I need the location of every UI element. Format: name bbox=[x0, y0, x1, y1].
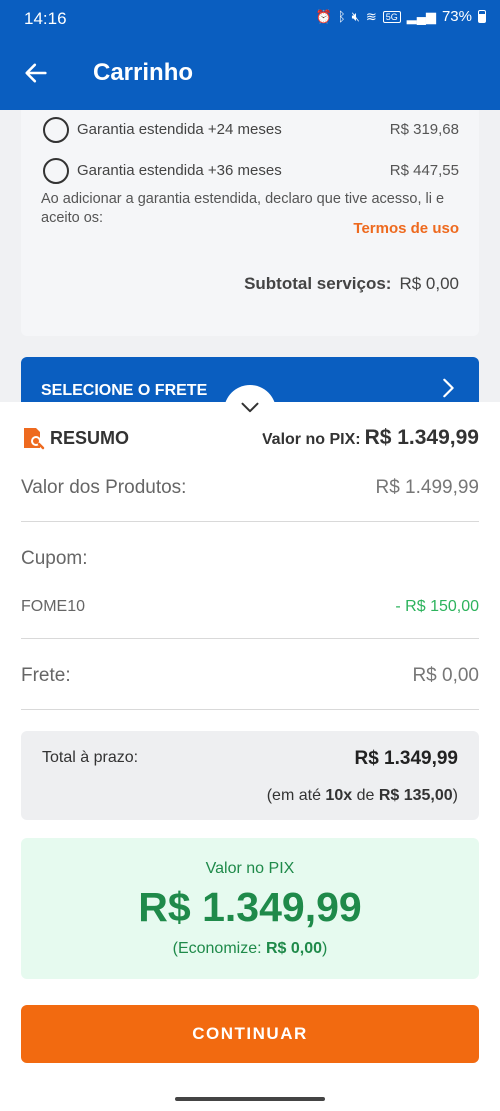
products-value: R$ 1.499,99 bbox=[375, 477, 479, 498]
network-type: 5G bbox=[382, 10, 401, 23]
total-label: Total à prazo: bbox=[42, 749, 139, 766]
warranty-card: Garantia estendida +24 meses R$ 319,68 G… bbox=[21, 110, 479, 336]
installments-suffix: ) bbox=[452, 787, 458, 804]
savings-prefix: (Economize: bbox=[172, 940, 262, 957]
warranty-label: Garantia estendida +24 meses bbox=[77, 121, 282, 138]
pix-header-label: Valor no PIX: bbox=[261, 431, 361, 448]
battery-icon bbox=[478, 10, 486, 23]
warranty-option-36[interactable]: Garantia estendida +36 meses R$ 447,55 bbox=[43, 156, 459, 186]
installments-prefix: (em até bbox=[266, 787, 321, 804]
home-gesture-pill[interactable] bbox=[175, 1097, 325, 1101]
products-label: Valor dos Produtos: bbox=[21, 477, 187, 498]
pix-value-header: Valor no PIX: R$ 1.349,99 bbox=[262, 426, 479, 450]
savings-value: R$ 0,00 bbox=[266, 940, 323, 957]
warranty-price: R$ 447,55 bbox=[389, 162, 459, 179]
pix-box-value: R$ 1.349,99 bbox=[138, 884, 362, 930]
pix-header-value: R$ 1.349,99 bbox=[364, 426, 479, 449]
divider bbox=[21, 521, 479, 522]
warranty-price: R$ 319,68 bbox=[389, 121, 459, 138]
pix-savings: (Economize: R$ 0,00) bbox=[21, 940, 479, 958]
select-shipping-label: SELECIONE O FRETE bbox=[41, 382, 208, 399]
mute-icon: 🔇︎ bbox=[351, 8, 360, 24]
chevron-right-icon bbox=[443, 378, 454, 398]
app-bar: Carrinho bbox=[0, 37, 500, 110]
subtotal-value: R$ 0,00 bbox=[399, 274, 459, 293]
status-time: 14:16 bbox=[24, 9, 67, 28]
installments-value: R$ 135,00 bbox=[378, 787, 453, 804]
installments-text: (em até 10x de R$ 135,00) bbox=[267, 787, 458, 805]
summary-sheet: RESUMO Valor no PIX: R$ 1.349,99 Valor do… bbox=[0, 402, 500, 1111]
back-arrow-icon[interactable] bbox=[22, 59, 50, 87]
installments-count: 10x bbox=[325, 787, 353, 804]
status-icons: ⏰ ᛒ 🔇︎ ≋ 5G ▂▄▆ 73% bbox=[316, 8, 486, 25]
battery-percent: 73% bbox=[441, 8, 472, 25]
warranty-option-24[interactable]: Garantia estendida +24 meses R$ 319,68 bbox=[43, 115, 459, 145]
coupon-discount: - R$ 150,00 bbox=[395, 598, 479, 615]
shipping-value: R$ 0,00 bbox=[412, 665, 479, 686]
pix-box: Valor no PIX R$ 1.349,99 (Economize: R$ … bbox=[21, 838, 479, 979]
signal-icon: ▂▄▆ bbox=[406, 8, 436, 24]
total-box: Total à prazo: R$ 1.349,99 (em até 10x d… bbox=[21, 731, 479, 820]
subtotal-label: Subtotal serviços: bbox=[244, 274, 392, 293]
coupon-row: Cupom: bbox=[21, 548, 479, 570]
receipt-icon bbox=[24, 428, 45, 450]
terms-of-use-link[interactable]: Termos de uso bbox=[353, 220, 459, 237]
shipping-label: Frete: bbox=[21, 665, 71, 686]
shipping-row: Frete: R$ 0,00 bbox=[21, 665, 479, 687]
continue-button[interactable]: CONTINUAR bbox=[21, 1005, 479, 1063]
chevron-down-icon bbox=[241, 402, 259, 413]
divider bbox=[21, 709, 479, 710]
pix-box-label: Valor no PIX bbox=[205, 860, 295, 877]
summary-title: RESUMO bbox=[50, 428, 130, 448]
sheet-collapse-button[interactable] bbox=[224, 385, 276, 437]
installments-mid: de bbox=[356, 787, 375, 804]
alarm-icon: ⏰ bbox=[315, 8, 332, 24]
total-value: R$ 1.349,99 bbox=[354, 748, 458, 769]
warranty-label: Garantia estendida +36 meses bbox=[77, 162, 282, 179]
page-title: Carrinho bbox=[93, 59, 194, 86]
coupon-label: Cupom: bbox=[21, 548, 88, 569]
wifi-icon: ≋ bbox=[365, 8, 377, 24]
radio-button[interactable] bbox=[43, 158, 69, 184]
cart-content[interactable]: Garantia estendida +24 meses R$ 319,68 G… bbox=[0, 110, 500, 402]
divider bbox=[21, 638, 479, 639]
system-nav-bar bbox=[0, 1091, 500, 1111]
products-row: Valor dos Produtos: R$ 1.499,99 bbox=[21, 477, 479, 499]
savings-suffix: ) bbox=[322, 940, 328, 957]
status-bar: 14:16 ⏰ ᛒ 🔇︎ ≋ 5G ▂▄▆ 73% bbox=[0, 0, 500, 37]
services-subtotal: Subtotal serviços: R$ 0,00 bbox=[244, 274, 459, 294]
coupon-code: FOME10 bbox=[21, 598, 86, 615]
bluetooth-icon: ᛒ bbox=[337, 9, 346, 24]
radio-button[interactable] bbox=[43, 117, 69, 143]
